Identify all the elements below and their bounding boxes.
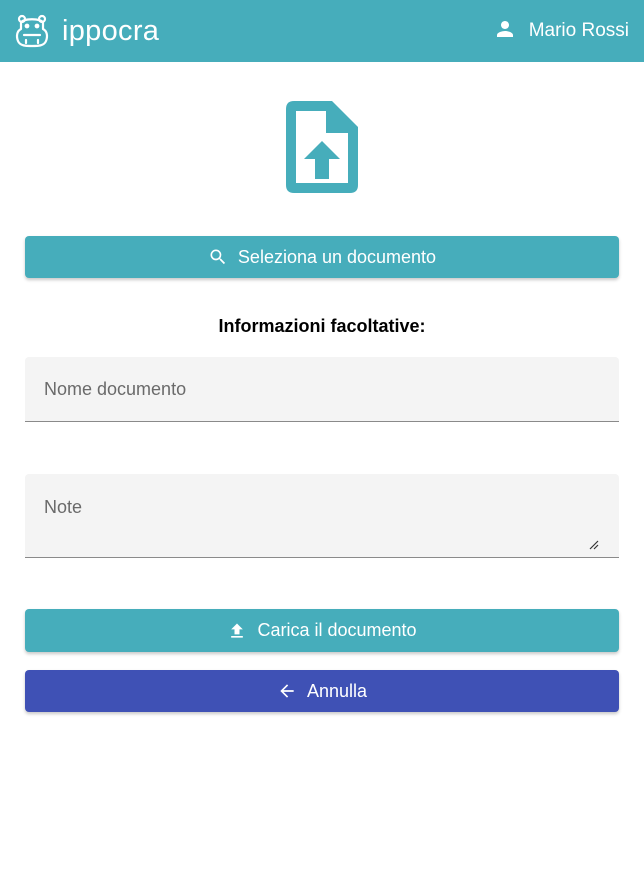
top-app-bar: ippocra Mario Rossi [0,0,644,62]
document-name-field [25,357,619,422]
hippo-logo-icon [14,13,50,49]
cancel-button[interactable]: Annulla [25,670,619,712]
select-document-label: Seleziona un documento [237,246,437,267]
cancel-label: Annulla [306,680,368,701]
upload-document-label: Carica il documento [257,620,417,640]
notes-textarea[interactable] [25,474,619,557]
brand[interactable]: ippocra [14,11,159,51]
search-icon [208,247,228,267]
upload-document-button[interactable]: Carica il documento [25,609,619,652]
arrow-back-icon [277,681,297,701]
upload-icon [227,621,247,641]
select-document-button[interactable]: Seleziona un documento [25,236,619,278]
user-menu[interactable]: Mario Rossi [493,16,629,46]
brand-name: ippocra [62,15,160,47]
notes-field [25,474,619,558]
document-name-input[interactable] [25,357,619,421]
file-upload-icon [284,99,360,195]
optional-info-title: Informazioni facoltative: [218,316,426,336]
user-name: Mario Rossi [528,20,629,41]
person-icon [493,17,517,46]
resize-handle-icon[interactable] [589,537,599,550]
